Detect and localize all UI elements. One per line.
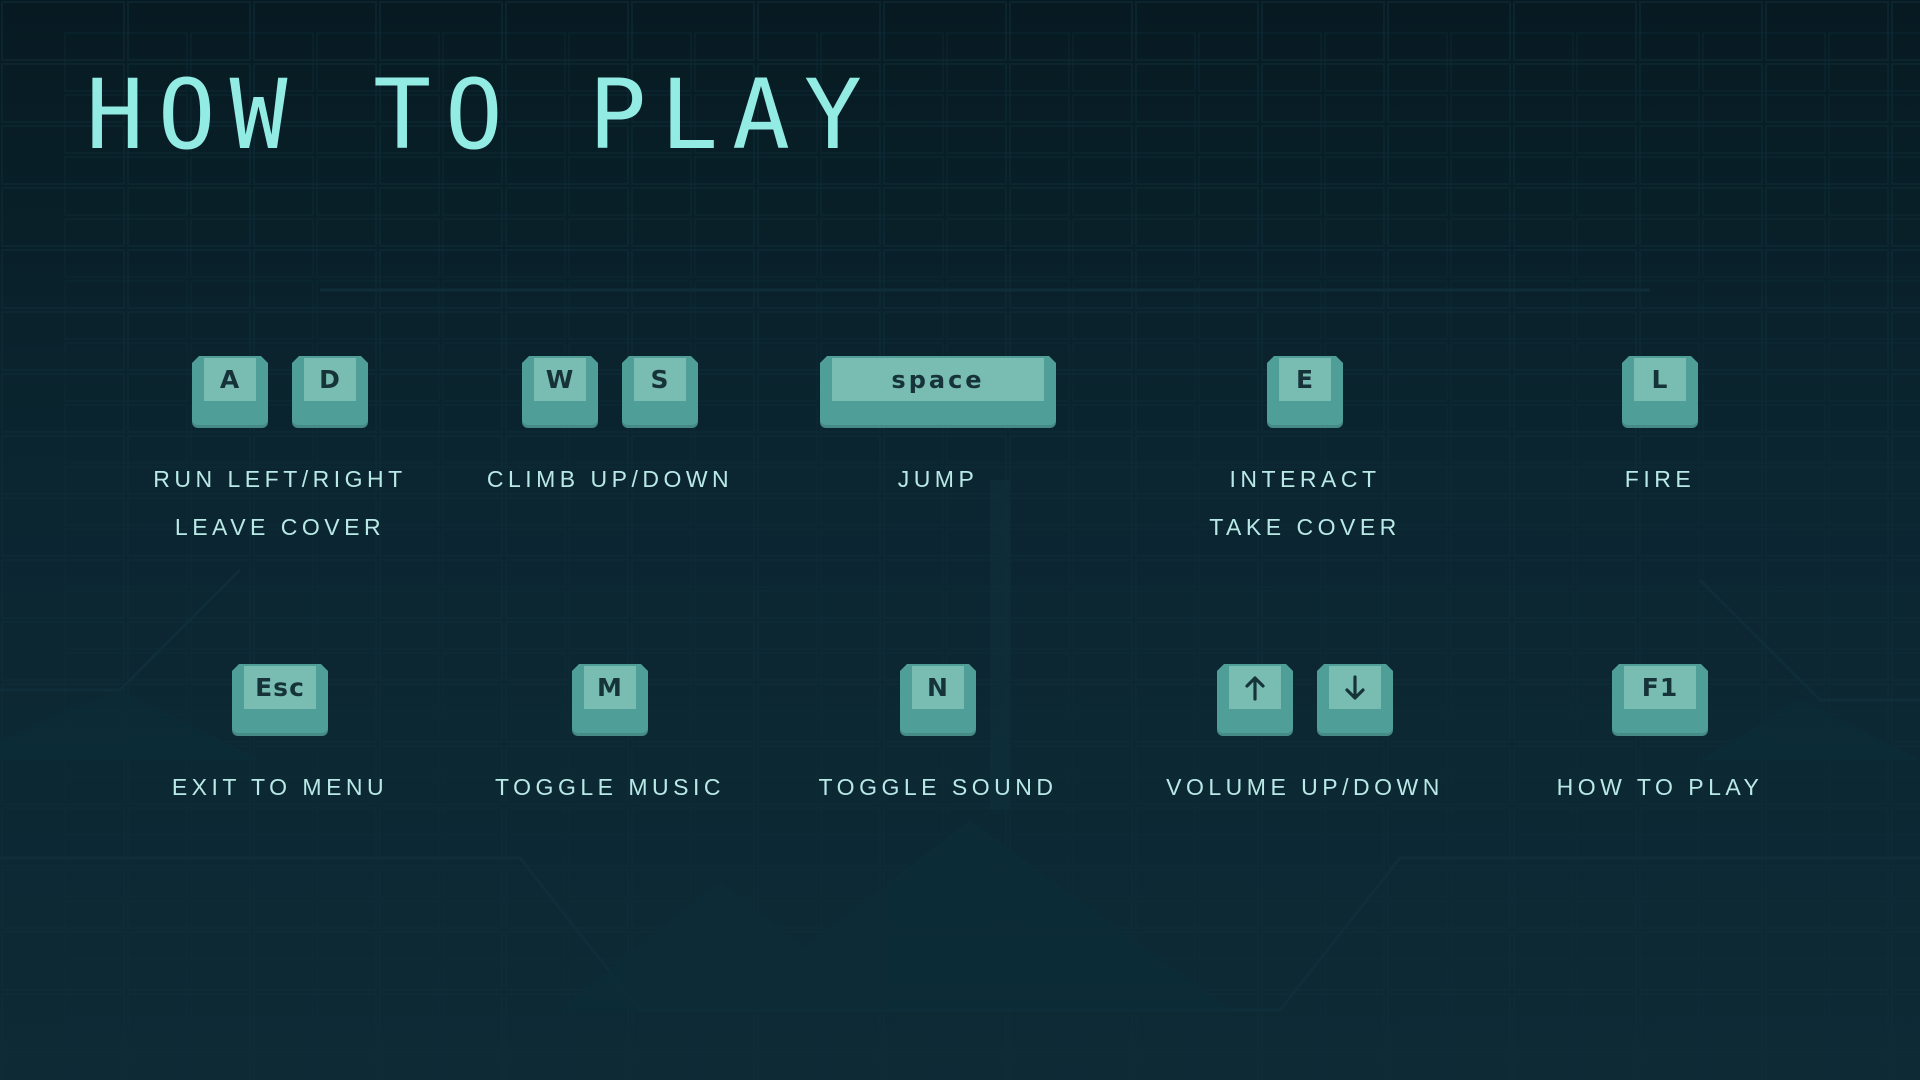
key-m: M xyxy=(572,664,648,736)
control-label: RUN LEFT/RIGHT xyxy=(153,466,407,492)
control-help: F1 HOW TO PLAY xyxy=(1480,664,1840,800)
control-run: A D RUN LEFT/RIGHT LEAVE COVER xyxy=(100,356,460,540)
control-label-secondary: LEAVE COVER xyxy=(174,514,386,540)
key-group: W S xyxy=(430,356,790,430)
control-climb: W S CLIMB UP/DOWN xyxy=(430,356,790,492)
control-interact: E INTERACT TAKE COVER xyxy=(1125,356,1485,540)
key-s: S xyxy=(622,356,698,428)
key-group: N xyxy=(758,664,1118,738)
arrow-up-icon xyxy=(1244,675,1266,701)
key-group: Esc xyxy=(100,664,460,738)
control-label: JUMP xyxy=(897,466,979,492)
key-a: A xyxy=(192,356,268,428)
key-w: W xyxy=(522,356,598,428)
control-label: HOW TO PLAY xyxy=(1556,774,1764,800)
control-label: VOLUME UP/DOWN xyxy=(1166,774,1444,800)
key-space: space xyxy=(820,356,1056,428)
control-label: TOGGLE MUSIC xyxy=(495,774,725,800)
control-sound: N TOGGLE SOUND xyxy=(758,664,1118,800)
control-volume: VOLUME UP/DOWN xyxy=(1125,664,1485,800)
key-arrow-down xyxy=(1317,664,1393,736)
control-fire: L FIRE xyxy=(1480,356,1840,492)
key-n: N xyxy=(900,664,976,736)
key-d: D xyxy=(292,356,368,428)
key-group: A D xyxy=(100,356,460,430)
page-title: HOW TO PLAY xyxy=(86,59,876,171)
control-label-secondary: TAKE COVER xyxy=(1209,514,1401,540)
key-e: E xyxy=(1267,356,1343,428)
key-l: L xyxy=(1622,356,1698,428)
control-jump: space JUMP xyxy=(758,356,1118,492)
key-f1: F1 xyxy=(1612,664,1708,736)
control-label: CLIMB UP/DOWN xyxy=(486,466,734,492)
key-group: F1 xyxy=(1480,664,1840,738)
key-group: E xyxy=(1125,356,1485,430)
control-exit: Esc EXIT TO MENU xyxy=(100,664,460,800)
control-label: INTERACT xyxy=(1229,466,1381,492)
key-group: L xyxy=(1480,356,1840,430)
key-arrow-up xyxy=(1217,664,1293,736)
control-label: EXIT TO MENU xyxy=(171,774,389,800)
key-esc: Esc xyxy=(232,664,328,736)
key-group: M xyxy=(430,664,790,738)
key-group xyxy=(1125,664,1485,738)
arrow-down-icon xyxy=(1344,675,1366,701)
key-group: space xyxy=(758,356,1118,430)
control-label: FIRE xyxy=(1624,466,1696,492)
control-label: TOGGLE SOUND xyxy=(818,774,1058,800)
control-music: M TOGGLE MUSIC xyxy=(430,664,790,800)
